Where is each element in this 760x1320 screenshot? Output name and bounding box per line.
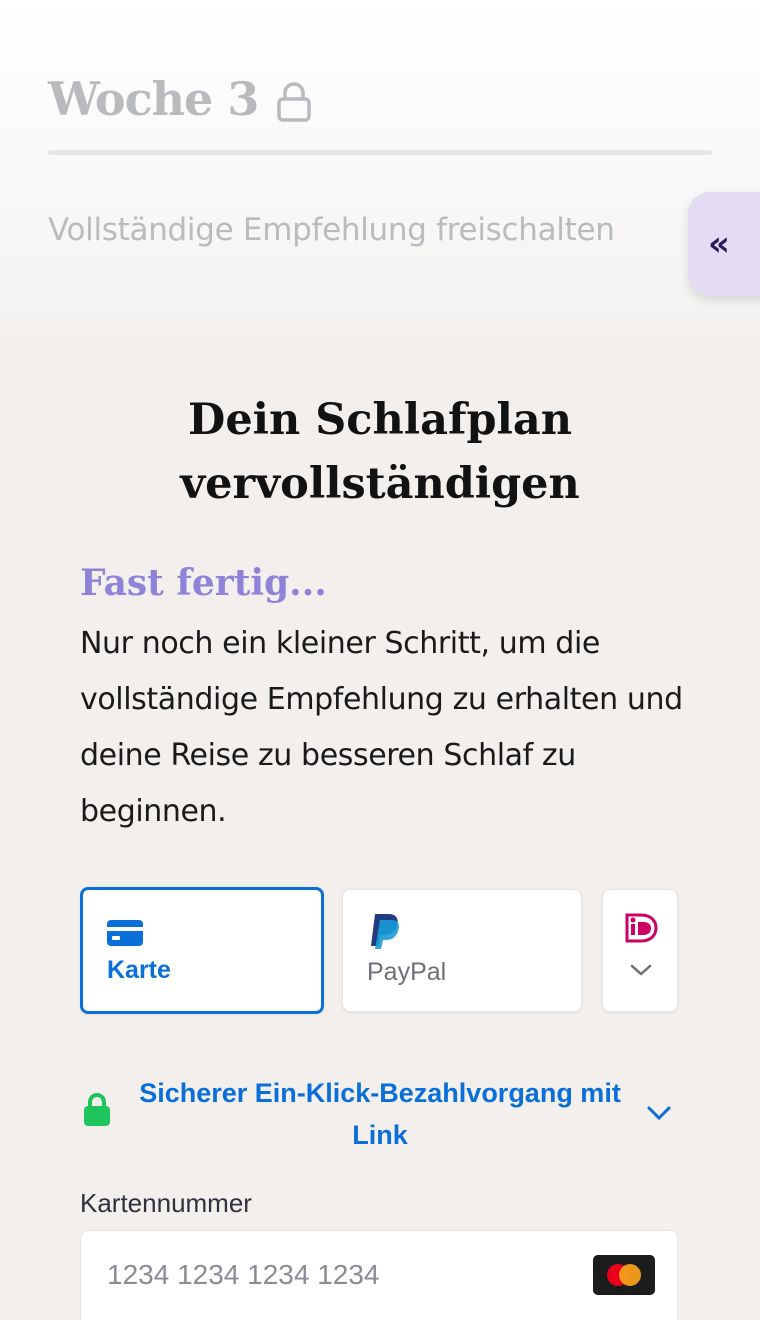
payment-tab-paypal[interactable]: PayPal	[342, 889, 582, 1012]
week-divider	[48, 150, 712, 155]
secure-lock-icon	[84, 1093, 110, 1126]
week-panel	[0, 0, 760, 330]
week-title: Woche 3	[48, 72, 259, 126]
mastercard-icon	[593, 1255, 655, 1295]
payment-tab-paypal-label: PayPal	[367, 958, 447, 986]
link-checkout-toggle[interactable]: Sicherer Ein-Klick-Bezahlvorgang mit Lin…	[80, 1072, 680, 1156]
card-number-field-wrapper	[80, 1230, 678, 1320]
payment-tab-more[interactable]	[602, 889, 678, 1012]
card-number-input[interactable]	[81, 1231, 561, 1319]
chevron-down-icon	[630, 964, 652, 976]
lock-icon	[277, 82, 312, 122]
credit-card-icon	[107, 920, 143, 946]
payment-tab-card[interactable]: Karte	[80, 887, 324, 1014]
ideal-icon	[623, 912, 659, 944]
payment-tab-card-label: Karte	[107, 956, 171, 984]
double-chevron-left-icon: «	[708, 224, 730, 264]
page-title-line1: Dein Schlafplan	[188, 395, 572, 445]
page-title-line2: vervollständigen	[180, 459, 580, 509]
week-header: Woche 3	[48, 72, 312, 126]
chevron-down-icon	[647, 1106, 671, 1121]
paypal-icon	[371, 914, 399, 949]
unlock-recommendation-text: Vollständige Empfehlung freischalten	[48, 212, 615, 248]
section-subtitle: Fast fertig...	[80, 562, 327, 604]
section-description: Nur noch ein kleiner Schritt, um die vol…	[80, 626, 683, 829]
collapse-sidebar-button[interactable]: «	[688, 192, 760, 296]
link-checkout-text: Sicherer Ein-Klick-Bezahlvorgang mit Lin…	[139, 1078, 621, 1150]
page-title: Dein Schlafplan vervollständigen	[0, 388, 760, 516]
card-number-label: Kartennummer	[80, 1188, 252, 1218]
